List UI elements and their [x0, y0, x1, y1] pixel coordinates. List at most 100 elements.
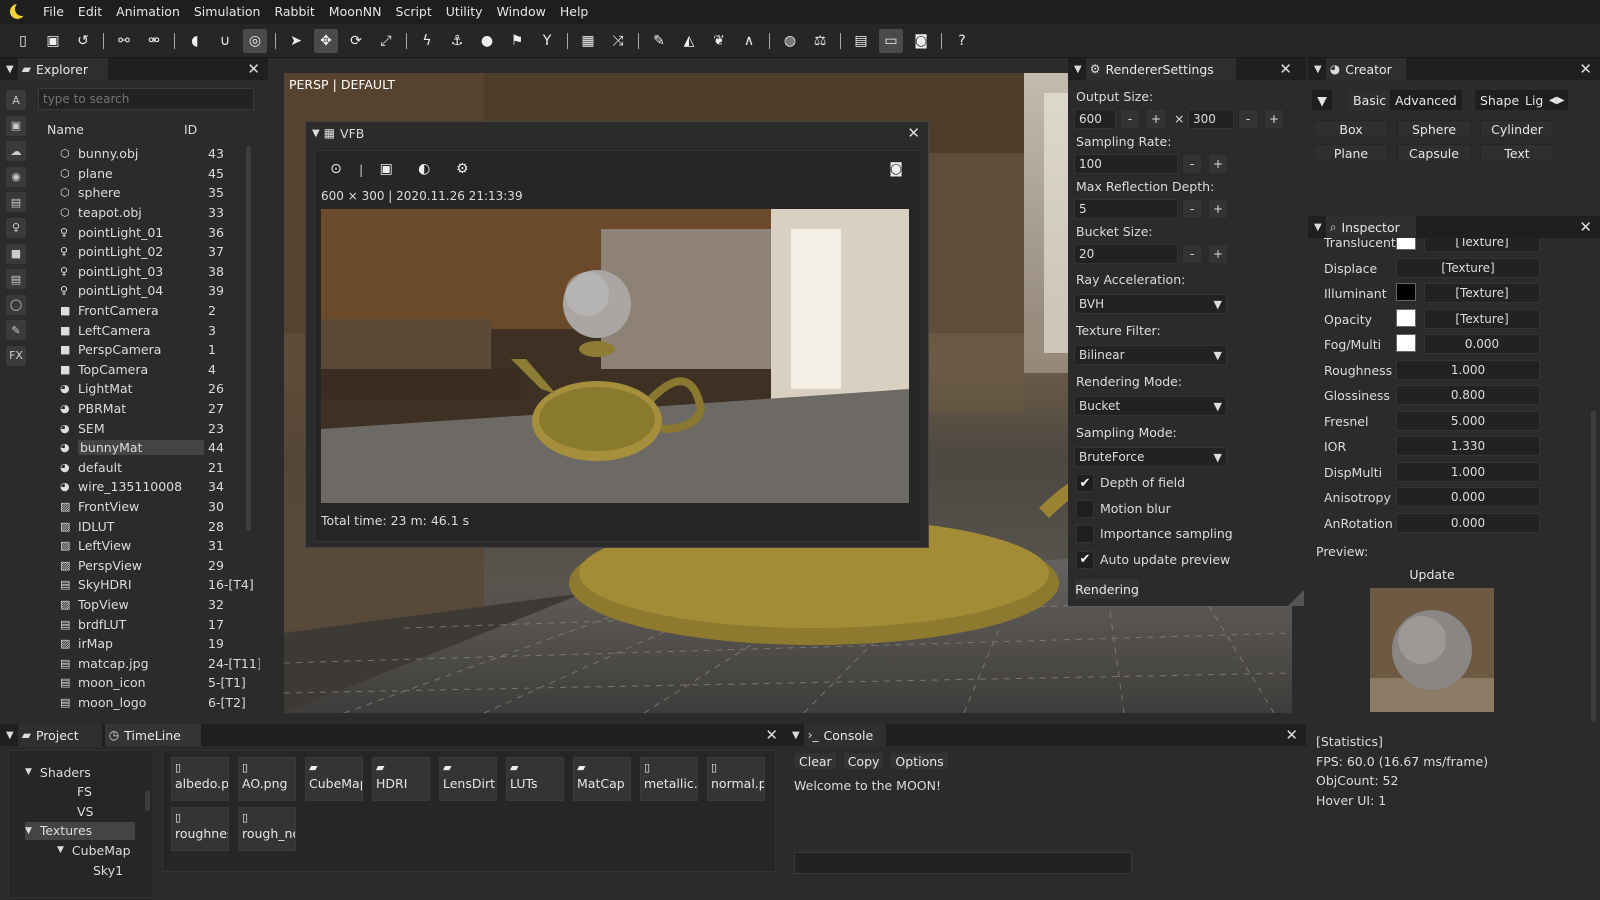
view-mode-label[interactable]: PERSP — [289, 77, 329, 92]
rendering-button[interactable]: Rendering — [1074, 578, 1140, 600]
property-value[interactable]: 1.000 — [1396, 461, 1540, 482]
texture-filter-select[interactable]: Bilinear ▼ — [1074, 345, 1227, 365]
explorer-row[interactable]: ♀ pointLight_02 37 — [40, 242, 260, 262]
creator-dropdown-icon[interactable]: ▼ — [1312, 90, 1332, 110]
property-value[interactable]: [Texture] — [1396, 257, 1540, 278]
asset-item[interactable]: ▰ CubeMap — [305, 757, 363, 801]
tab-timeline[interactable]: ◷ TimeLine — [104, 724, 201, 746]
output-height-field[interactable]: 300 — [1188, 109, 1234, 129]
asset-item[interactable]: ▰ MatCap — [573, 757, 631, 801]
scale-icon[interactable]: ⤢ — [374, 29, 398, 53]
asset-item[interactable]: ▰ LensDirt — [439, 757, 497, 801]
explorer-row[interactable]: ◕ LightMat 26 — [40, 379, 260, 399]
creator-tab[interactable]: ◕ Creator — [1325, 58, 1406, 80]
asset-item[interactable]: ▯ metallic.p — [640, 757, 698, 801]
explorer-row[interactable]: ◕ SEM 23 — [40, 418, 260, 438]
explorer-row[interactable]: ◕ PBRMat 27 — [40, 399, 260, 419]
color-swatch[interactable] — [1396, 238, 1416, 250]
explorer-row[interactable]: ▨ IDLUT 28 — [40, 516, 260, 536]
bucket-plus-button[interactable]: + — [1208, 244, 1228, 264]
console-copy-button[interactable]: Copy — [842, 752, 885, 770]
console-clear-button[interactable]: Clear — [794, 752, 837, 770]
shuffle-icon[interactable]: ⤨ — [606, 29, 630, 53]
menu-help[interactable]: Help — [553, 0, 596, 24]
explorer-row[interactable]: ◕ bunnyMat 44 — [40, 438, 260, 458]
property-value[interactable]: [Texture] — [1424, 283, 1540, 303]
update-preview-button[interactable]: Update — [1371, 564, 1493, 584]
project-tree-item[interactable]: ▼ Shaders — [25, 763, 91, 781]
leaf-icon[interactable]: ❦ — [707, 29, 731, 53]
explorer-row[interactable]: ⬡ sphere 35 — [40, 183, 260, 203]
create-sphere-button[interactable]: Sphere — [1397, 120, 1471, 138]
explorer-row[interactable]: ⬡ teapot.obj 33 — [40, 203, 260, 223]
bucket-minus-button[interactable]: - — [1182, 244, 1202, 264]
explorer-row[interactable]: ▨ LeftView 31 — [40, 536, 260, 556]
menu-script[interactable]: Script — [389, 0, 439, 24]
explorer-row[interactable]: ▤ SkyHDRI 16-[T4] — [40, 575, 260, 595]
console-input[interactable] — [794, 852, 1132, 874]
resize-grip-icon[interactable] — [1288, 590, 1304, 606]
create-plane-button[interactable]: Plane — [1314, 144, 1388, 162]
contrast-icon[interactable]: ◐ — [412, 157, 436, 181]
magnet-icon[interactable]: ∪ — [213, 29, 237, 53]
flag-icon[interactable]: ⚑ — [505, 29, 529, 53]
menu-utility[interactable]: Utility — [439, 0, 490, 24]
close-icon[interactable]: ✕ — [1579, 60, 1592, 78]
console-tab[interactable]: ›_ Console — [803, 724, 886, 746]
move-icon[interactable]: ✥ — [314, 28, 338, 53]
property-value[interactable]: 5.000 — [1396, 410, 1540, 431]
collapse-icon[interactable]: ▼ — [6, 730, 14, 741]
close-icon[interactable]: ✕ — [1279, 60, 1292, 78]
property-value[interactable]: 0.000 — [1424, 334, 1540, 354]
reflection-minus-button[interactable]: - — [1182, 199, 1202, 219]
renderer-tab[interactable]: ⚙ RendererSettings — [1085, 58, 1236, 80]
height-minus-button[interactable]: - — [1238, 109, 1258, 129]
link-icon[interactable]: ⚯ — [112, 29, 136, 53]
tab-advanced[interactable]: Advanced — [1390, 90, 1462, 110]
close-icon[interactable]: ✕ — [907, 124, 920, 142]
menu-moonnn[interactable]: MoonNN — [322, 0, 389, 24]
create-text-button[interactable]: Text — [1480, 144, 1554, 162]
collapse-icon[interactable]: ▼ — [1314, 222, 1322, 233]
property-value[interactable]: 0.800 — [1396, 385, 1540, 405]
color-swatch[interactable] — [1396, 283, 1416, 301]
property-value[interactable]: [Texture] — [1424, 308, 1540, 329]
width-plus-button[interactable]: + — [1146, 109, 1166, 129]
help-icon[interactable]: ? — [950, 29, 974, 53]
console-options-button[interactable]: Options — [890, 752, 949, 770]
width-minus-button[interactable]: - — [1120, 109, 1140, 129]
ray-accel-select[interactable]: BVH ▼ — [1074, 294, 1227, 314]
collapse-icon[interactable]: ▼ — [312, 128, 320, 139]
property-value[interactable]: 0.000 — [1396, 487, 1540, 507]
sampling-plus-button[interactable]: + — [1208, 154, 1228, 174]
tab-basic[interactable]: Basic — [1348, 90, 1392, 110]
undo-icon[interactable]: ↺ — [71, 29, 95, 53]
explorer-row[interactable]: ▨ FrontView 30 — [40, 497, 260, 517]
menu-simulation[interactable]: Simulation — [187, 0, 268, 24]
checkbox-importance-sampling[interactable] — [1076, 525, 1094, 543]
menu-rabbit[interactable]: Rabbit — [267, 0, 321, 24]
collapse-icon[interactable]: ▼ — [6, 64, 14, 75]
save-icon[interactable]: ▣ — [41, 29, 65, 53]
globe-icon[interactable]: ◍ — [778, 29, 802, 53]
asset-item[interactable]: ▯ albedo.pr — [171, 757, 229, 801]
tab-shape[interactable]: Shape — [1475, 90, 1525, 110]
shading-mode-label[interactable]: DEFAULT — [341, 77, 395, 92]
explorer-row[interactable]: ♀ pointLight_04 39 — [40, 281, 260, 301]
explorer-row[interactable]: ▨ irMap 19 — [40, 634, 260, 654]
explorer-row[interactable]: ■ TopCamera 4 — [40, 360, 260, 380]
explorer-row[interactable]: ▤ moon_logo 6-[T2] — [40, 693, 260, 713]
expand-arrow-icon[interactable]: ▼ — [25, 767, 32, 777]
explorer-row[interactable]: ■ LeftCamera 3 — [40, 320, 260, 340]
tab-project[interactable]: ▰ Project — [17, 724, 102, 746]
explorer-row[interactable]: ■ PerspCamera 1 — [40, 340, 260, 360]
menu-edit[interactable]: Edit — [71, 0, 109, 24]
reflection-plus-button[interactable]: + — [1208, 199, 1228, 219]
color-swatch[interactable] — [1396, 308, 1416, 327]
explorer-scrollbar[interactable] — [246, 146, 251, 531]
window-icon[interactable]: ▭ — [879, 28, 903, 53]
sampling-mode-select[interactable]: BruteForce ▼ — [1074, 447, 1227, 467]
close-icon[interactable]: ✕ — [765, 726, 778, 744]
collapse-icon[interactable]: ▼ — [1074, 64, 1082, 75]
property-value[interactable]: [Texture] — [1424, 238, 1540, 252]
